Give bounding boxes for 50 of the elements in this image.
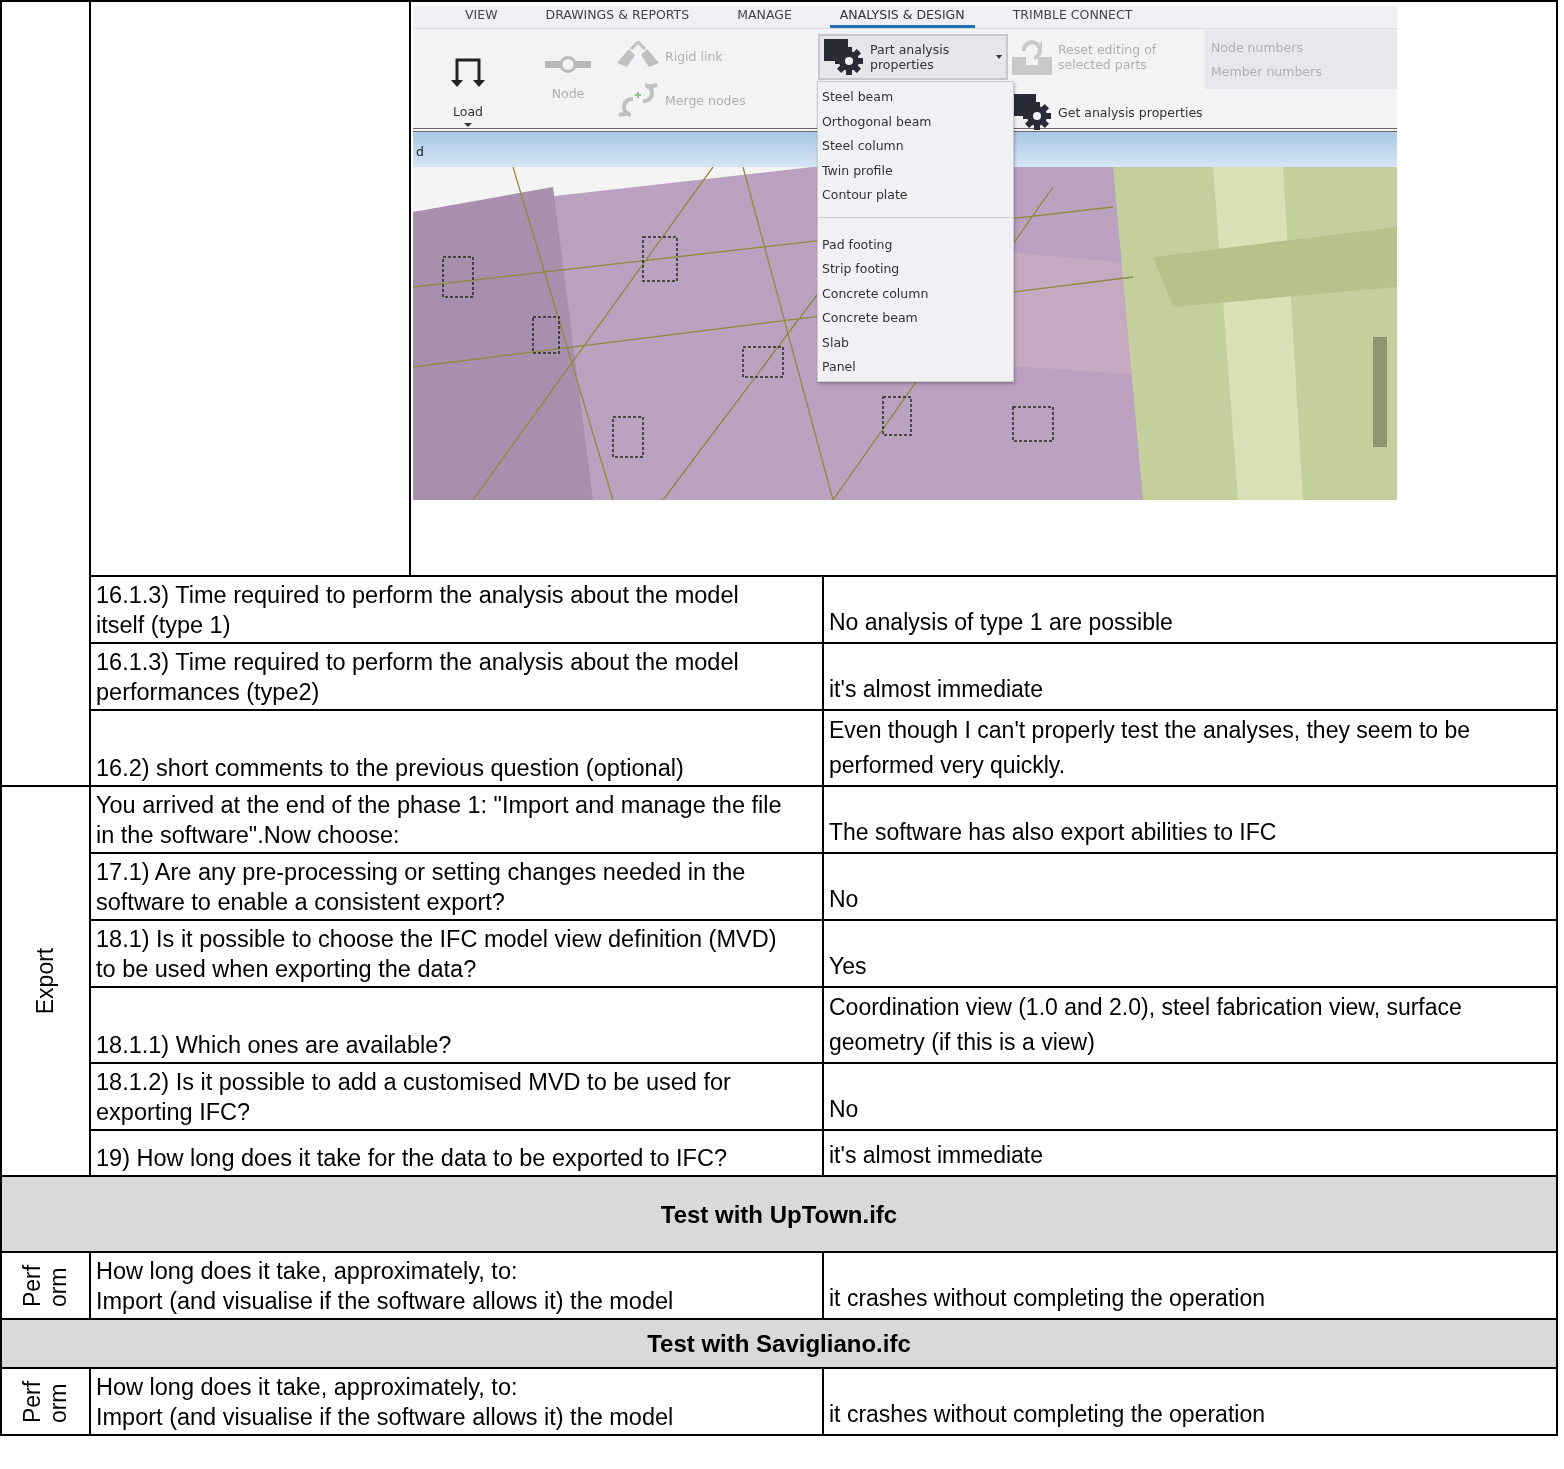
question-text: 18.1.2) Is it possible to add a customised MVD to be used for exporting IFC?: [96, 1068, 732, 1127]
question-text: You arrived at the end of the phase 1: "Import and manage the file in the software".Now choose:: [96, 791, 782, 850]
ribbon-tab[interactable]: VIEW: [455, 7, 508, 28]
question-text: How long does it take, approximately, to: Import (and visualise if the software allows it) the model: [96, 1257, 674, 1316]
question-text: 16.1.3) Time required to perform the analysis about the model itself (type 1): [96, 581, 740, 640]
node-icon: [545, 54, 591, 74]
ribbon-button[interactable]: Load: [413, 34, 523, 127]
menu-item[interactable]: Steel column: [818, 133, 1013, 158]
caret-icon: [996, 55, 1002, 59]
section-heading: Test with Savigliano.ifc: [2, 1320, 1558, 1369]
section-label: Perf orm: [19, 1264, 72, 1307]
question-text: How long does it take, approximately, to: Import (and visualise if the software allows it) the model: [96, 1373, 674, 1432]
menu-item[interactable]: Concrete beam: [818, 305, 1013, 330]
section-label: Export: [32, 947, 59, 1015]
answer-text: it crashes without completing the operation: [829, 1400, 1265, 1429]
section-label: Perf orm: [19, 1380, 72, 1423]
answer-text: No: [829, 1095, 859, 1124]
menu-item[interactable]: Slab: [818, 329, 1013, 354]
question-text: 18.1) Is it possible to choose the IFC model view definition (MVD) to be used when exporting the data?: [96, 925, 778, 984]
answer-text: it crashes without completing the operation: [829, 1284, 1265, 1313]
ribbon-button[interactable]: Part analysis properties: [818, 34, 1008, 80]
question-text: 16.2) short comments to the previous question (optional): [96, 754, 684, 783]
answer-text: Yes: [829, 952, 867, 981]
answer-text: No: [829, 885, 859, 914]
answer-text: Coordination view (1.0 and 2.0), steel fabrication view, surface geometry (if this is a view): [829, 993, 1463, 1057]
menu-item[interactable]: Orthogonal beam: [818, 108, 1013, 133]
ribbon-tab[interactable]: MANAGE: [727, 7, 802, 28]
ribbon-tab[interactable]: DRAWINGS & REPORTS: [535, 7, 700, 28]
question-text: 17.1) Are any pre-processing or setting changes needed in the software to enable a consistent export?: [96, 858, 747, 917]
menu-item[interactable]: Steel beam: [818, 84, 1013, 109]
question-text: 16.1.3) Time required to perform the analysis about the model performances (type2): [96, 648, 740, 707]
answer-text: The software has also export abilities to IFC: [829, 818, 1277, 847]
viewport-title: d: [416, 144, 424, 159]
section-heading: Test with UpTown.ifc: [2, 1177, 1558, 1253]
reset-icon: [1012, 39, 1052, 75]
menu-item[interactable]: Strip footing: [818, 256, 1013, 281]
answer-text: it's almost immediate: [829, 675, 1043, 704]
gear-icon: [824, 39, 864, 75]
merge-nodes-icon: [617, 81, 659, 119]
menu-item[interactable]: Panel: [818, 354, 1013, 379]
menu-item[interactable]: Pad footing: [818, 231, 1013, 256]
answer-text: Even though I can't properly test the analyses, they seem to be performed very quickly.: [829, 716, 1472, 780]
answer-text: it's almost immediate: [829, 1141, 1043, 1170]
menu-item[interactable]: Twin profile: [818, 157, 1013, 182]
question-text: 18.1.1) Which ones are available?: [96, 1031, 452, 1060]
answer-text: No analysis of type 1 are possible: [829, 608, 1173, 637]
menu-item[interactable]: Contour plate: [818, 182, 1013, 207]
ribbon-tab[interactable]: TRIMBLE CONNECT: [1002, 7, 1143, 28]
menu-item[interactable]: Concrete column: [818, 280, 1013, 305]
question-text: 19) How long does it take for the data to be exported to IFC?: [96, 1144, 727, 1173]
